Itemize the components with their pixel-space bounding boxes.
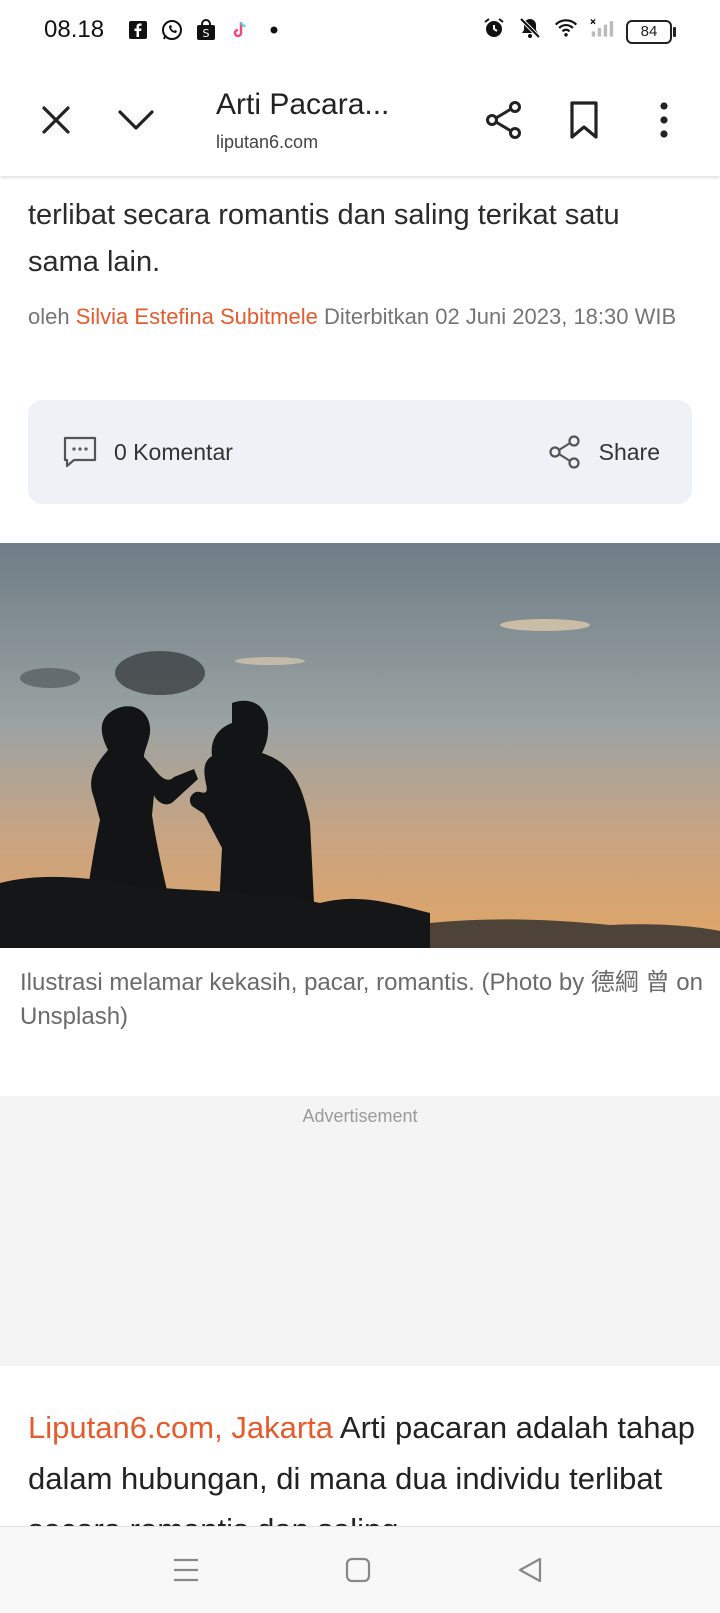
- back-button[interactable]: [510, 1553, 550, 1587]
- signal-icon: [590, 16, 614, 40]
- article-actions-bar: 0 Komentar Share: [28, 400, 692, 504]
- comment-icon: [63, 436, 97, 468]
- shopee-icon: S: [194, 18, 218, 42]
- chevron-down-icon: [118, 110, 154, 130]
- whatsapp-icon: [160, 18, 184, 42]
- system-nav-bar: [0, 1526, 720, 1613]
- tiktok-icon: [228, 18, 252, 42]
- article-byline: oleh Silvia Estefina Subitmele Diterbitk…: [28, 300, 688, 334]
- share-icon: [549, 435, 580, 469]
- bookmark-button[interactable]: [560, 96, 608, 144]
- recent-apps-button[interactable]: [166, 1553, 206, 1587]
- photo-caption: Ilustrasi melamar kekasih, pacar, romant…: [20, 969, 703, 1030]
- status-time: 08.18: [44, 16, 105, 43]
- bookmark-icon: [570, 101, 598, 139]
- battery-indicator: 84: [626, 20, 676, 44]
- byline-prefix: oleh: [28, 304, 76, 329]
- publish-date: Diterbitkan 02 Juni 2023, 18:30 WIB: [317, 304, 677, 329]
- dot-icon: [262, 18, 286, 42]
- svg-text:S: S: [203, 27, 210, 40]
- comments-button[interactable]: 0 Komentar: [62, 434, 233, 470]
- more-options-button[interactable]: [640, 96, 688, 144]
- back-triangle-icon: [518, 1557, 542, 1583]
- page-title: Arti Pacara...: [216, 88, 390, 121]
- close-icon: [42, 106, 70, 134]
- article-dateline: Liputan6.com, Jakarta: [28, 1410, 334, 1445]
- ad-label: Advertisement: [302, 1106, 418, 1126]
- close-button[interactable]: [32, 96, 80, 144]
- comments-label: 0 Komentar: [114, 438, 233, 465]
- page-domain: liputan6.com: [216, 132, 319, 152]
- wifi-icon: [554, 16, 578, 40]
- home-button[interactable]: [338, 1553, 378, 1587]
- menu-icon: [174, 1558, 198, 1582]
- more-vert-icon: [660, 102, 668, 138]
- author-link[interactable]: Silvia Estefina Subitmele: [76, 304, 318, 329]
- home-square-icon: [345, 1557, 371, 1583]
- facebook-icon: [126, 18, 150, 42]
- mute-icon: [518, 16, 542, 40]
- share-article-button[interactable]: Share: [547, 434, 660, 470]
- share-icon: [486, 101, 521, 139]
- share-button[interactable]: [480, 96, 528, 144]
- status-bar: 08.18 S 84: [0, 0, 720, 64]
- article-photo: [0, 543, 720, 948]
- minimize-button[interactable]: [112, 96, 160, 144]
- browser-toolbar: Arti Pacara... liputan6.com: [0, 64, 720, 176]
- share-label: Share: [598, 438, 660, 465]
- alarm-icon: [482, 16, 506, 40]
- advertisement-slot: Advertisement: [0, 1096, 720, 1366]
- article-lead: terlibat secara romantis dan saling teri…: [28, 199, 620, 278]
